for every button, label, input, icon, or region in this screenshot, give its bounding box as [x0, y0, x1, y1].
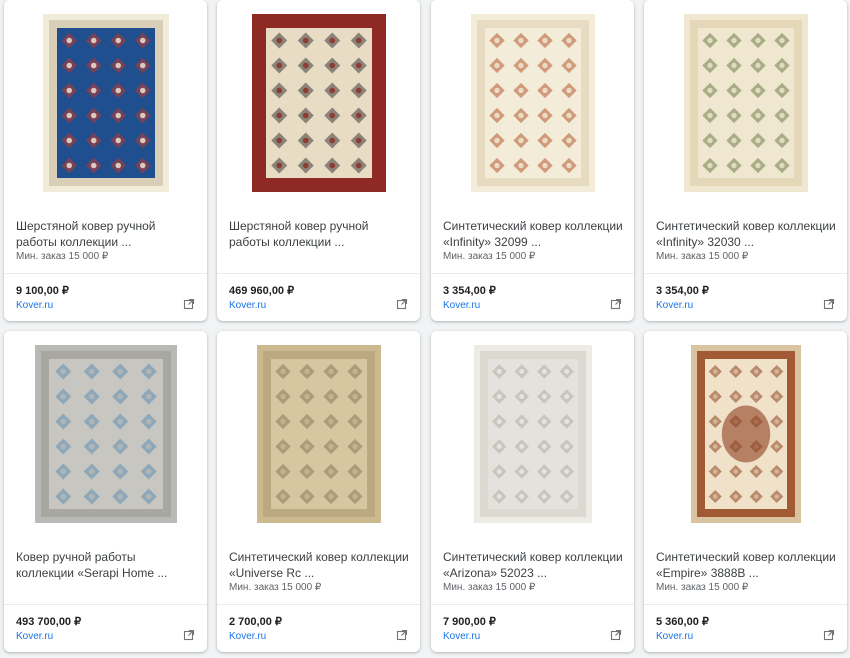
product-card[interactable]: Синтетический ковер коллекции «Arizona» … — [431, 331, 634, 652]
product-card[interactable]: Шерстяной ковер ручной работы коллекции … — [217, 0, 420, 321]
store-link[interactable]: Kover.ru — [443, 300, 480, 311]
min-order-label: Мин. заказ 15 000 ₽ — [443, 251, 536, 262]
rug-picture — [470, 14, 595, 192]
store-link[interactable]: Kover.ru — [656, 300, 693, 311]
product-card[interactable]: Ковер ручной работы коллекции «Serapi Ho… — [4, 331, 207, 652]
product-title[interactable]: Ковер ручной работы коллекции «Serapi Ho… — [16, 549, 196, 581]
product-card[interactable]: Синтетический ковер коллекции «Infinity»… — [644, 0, 847, 321]
store-link[interactable]: Kover.ru — [16, 631, 53, 642]
product-card[interactable]: Шерстяной ковер ручной работы коллекции … — [4, 0, 207, 321]
product-image[interactable] — [644, 331, 847, 531]
min-order-label: Мин. заказ 15 000 ₽ — [229, 582, 322, 593]
open-in-new-icon[interactable] — [183, 298, 195, 310]
product-title[interactable]: Шерстяной ковер ручной работы коллекции … — [229, 218, 409, 250]
card-divider — [4, 273, 207, 274]
card-divider — [217, 273, 420, 274]
product-card[interactable]: Синтетический ковер коллекции «Universe … — [217, 331, 420, 652]
product-title[interactable]: Синтетический ковер коллекции «Infinity»… — [443, 218, 623, 250]
rug-picture — [251, 14, 386, 192]
product-price: 3 354,00 ₽ — [443, 285, 496, 297]
store-link[interactable]: Kover.ru — [16, 300, 53, 311]
min-order-label: Мин. заказ 15 000 ₽ — [16, 251, 109, 262]
product-price: 2 700,00 ₽ — [229, 616, 282, 628]
product-image[interactable] — [217, 331, 420, 531]
product-title[interactable]: Шерстяной ковер ручной работы коллекции … — [16, 218, 196, 250]
rug-picture — [256, 345, 381, 523]
product-image[interactable] — [4, 331, 207, 531]
product-image[interactable] — [431, 0, 634, 200]
card-divider — [217, 604, 420, 605]
card-divider — [431, 604, 634, 605]
product-price: 5 360,00 ₽ — [656, 616, 709, 628]
product-price: 7 900,00 ₽ — [443, 616, 496, 628]
product-price: 493 700,00 ₽ — [16, 616, 82, 628]
product-image[interactable] — [217, 0, 420, 200]
card-divider — [431, 273, 634, 274]
product-grid: Шерстяной ковер ручной работы коллекции … — [4, 0, 847, 658]
store-link[interactable]: Kover.ru — [229, 300, 266, 311]
rug-picture — [42, 14, 169, 192]
product-image[interactable] — [644, 0, 847, 200]
open-in-new-icon[interactable] — [396, 629, 408, 641]
product-price: 9 100,00 ₽ — [16, 285, 69, 297]
store-link[interactable]: Kover.ru — [656, 631, 693, 642]
product-image[interactable] — [431, 331, 634, 531]
rug-picture — [690, 345, 801, 523]
store-link[interactable]: Kover.ru — [443, 631, 480, 642]
min-order-label: Мин. заказ 15 000 ₽ — [656, 582, 749, 593]
rug-picture — [34, 345, 177, 523]
min-order-label: Мин. заказ 15 000 ₽ — [656, 251, 749, 262]
product-card[interactable]: Синтетический ковер коллекции «Empire» 3… — [644, 331, 847, 652]
product-title[interactable]: Синтетический ковер коллекции «Arizona» … — [443, 549, 623, 581]
product-image[interactable] — [4, 0, 207, 200]
card-divider — [644, 604, 847, 605]
open-in-new-icon[interactable] — [610, 629, 622, 641]
open-in-new-icon[interactable] — [610, 298, 622, 310]
open-in-new-icon[interactable] — [183, 629, 195, 641]
min-order-label: Мин. заказ 15 000 ₽ — [443, 582, 536, 593]
card-divider — [644, 273, 847, 274]
product-card[interactable]: Синтетический ковер коллекции «Infinity»… — [431, 0, 634, 321]
rug-picture — [473, 345, 592, 523]
rug-picture — [683, 14, 808, 192]
store-link[interactable]: Kover.ru — [229, 631, 266, 642]
open-in-new-icon[interactable] — [823, 298, 835, 310]
product-title[interactable]: Синтетический ковер коллекции «Empire» 3… — [656, 549, 836, 581]
open-in-new-icon[interactable] — [823, 629, 835, 641]
product-price: 3 354,00 ₽ — [656, 285, 709, 297]
product-title[interactable]: Синтетический ковер коллекции «Infinity»… — [656, 218, 836, 250]
product-title[interactable]: Синтетический ковер коллекции «Universe … — [229, 549, 409, 581]
open-in-new-icon[interactable] — [396, 298, 408, 310]
product-price: 469 960,00 ₽ — [229, 285, 295, 297]
card-divider — [4, 604, 207, 605]
